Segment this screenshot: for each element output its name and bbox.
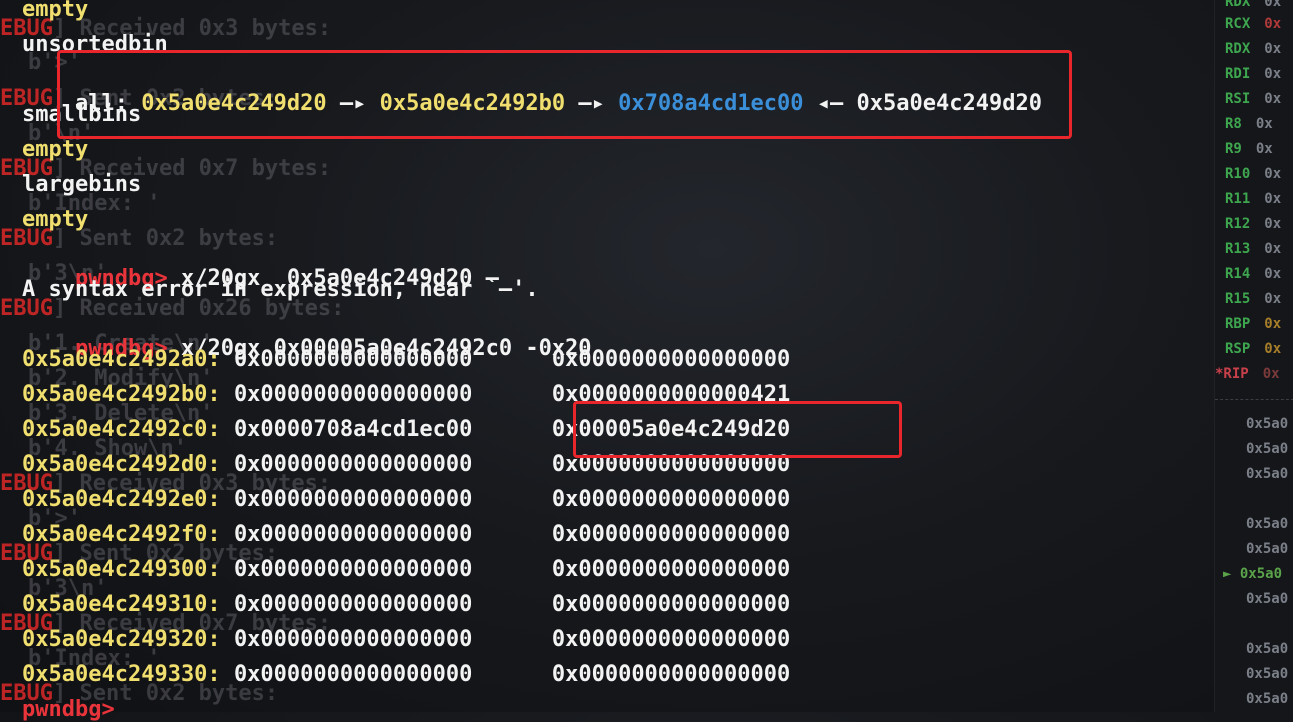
register-row: RDX 0x	[1225, 0, 1282, 10]
register-row: R13 0x	[1225, 241, 1282, 257]
register-row: *RIP 0x	[1215, 366, 1280, 382]
disasm-line: 0x5a0	[1246, 666, 1289, 682]
disasm-line: 0x5a0	[1246, 416, 1289, 432]
register-row: R14 0x	[1225, 266, 1282, 282]
memory-row: 0x5a0e4c249330: 0x0000000000000000 0x000…	[22, 662, 791, 687]
register-row: RDX 0x	[1225, 41, 1282, 57]
memory-row: 0x5a0e4c249300: 0x0000000000000000 0x000…	[22, 557, 791, 582]
register-row: R11 0x	[1225, 191, 1282, 207]
register-row: RDI 0x	[1225, 66, 1282, 82]
register-row: RBP 0x	[1225, 316, 1282, 332]
register-row: RCX 0x	[1225, 16, 1282, 32]
largebins-label: largebins	[22, 172, 142, 197]
register-context-panel: RDX 0x RCX 0x RDX 0x RDI 0x RSI 0x R8 0x R9 0x …	[1214, 0, 1293, 712]
register-row: RSI 0x	[1225, 91, 1282, 107]
disasm-line: 0x5a0	[1246, 516, 1289, 532]
memory-row: 0x5a0e4c249310: 0x0000000000000000 0x000…	[22, 592, 791, 617]
error-message: A syntax error in expression, near `—'.	[22, 277, 539, 302]
disasm-line: 0x5a0	[1246, 541, 1289, 557]
memory-row: 0x5a0e4c2492a0: 0x0000000000000000 0x000…	[22, 347, 791, 372]
register-row: R15 0x	[1225, 291, 1282, 307]
register-row: R12 0x	[1225, 216, 1282, 232]
disasm-line: 0x5a0	[1246, 641, 1289, 657]
unsortedbin-highlight-box	[57, 50, 1072, 139]
disasm-current-line: ► 0x5a0	[1223, 566, 1283, 582]
largebins-empty: empty	[22, 207, 89, 232]
register-row: R8 0x	[1225, 116, 1273, 132]
memory-row: 0x5a0e4c2492f0: 0x0000000000000000 0x000…	[22, 522, 791, 547]
register-row: R10 0x	[1225, 166, 1282, 182]
disasm-line: 0x5a0	[1246, 691, 1289, 707]
register-row: RSP 0x	[1225, 341, 1282, 357]
memory-row: 0x5a0e4c249320: 0x0000000000000000 0x000…	[22, 627, 791, 652]
smallbins-empty: empty	[22, 137, 89, 162]
disasm-line: 0x5a0	[1246, 466, 1289, 482]
memory-row: 0x5a0e4c2492e0: 0x0000000000000000 0x000…	[22, 487, 791, 512]
disasm-line: 0x5a0	[1246, 441, 1289, 457]
bins-empty-label: empty	[22, 0, 89, 22]
panel-divider	[1215, 399, 1293, 400]
disasm-line: 0x5a0	[1246, 591, 1289, 607]
register-row: R9 0x	[1225, 141, 1273, 157]
pointer-highlight-box	[573, 401, 902, 458]
pwndbg-prompt[interactable]: pwndbg>	[22, 698, 115, 722]
